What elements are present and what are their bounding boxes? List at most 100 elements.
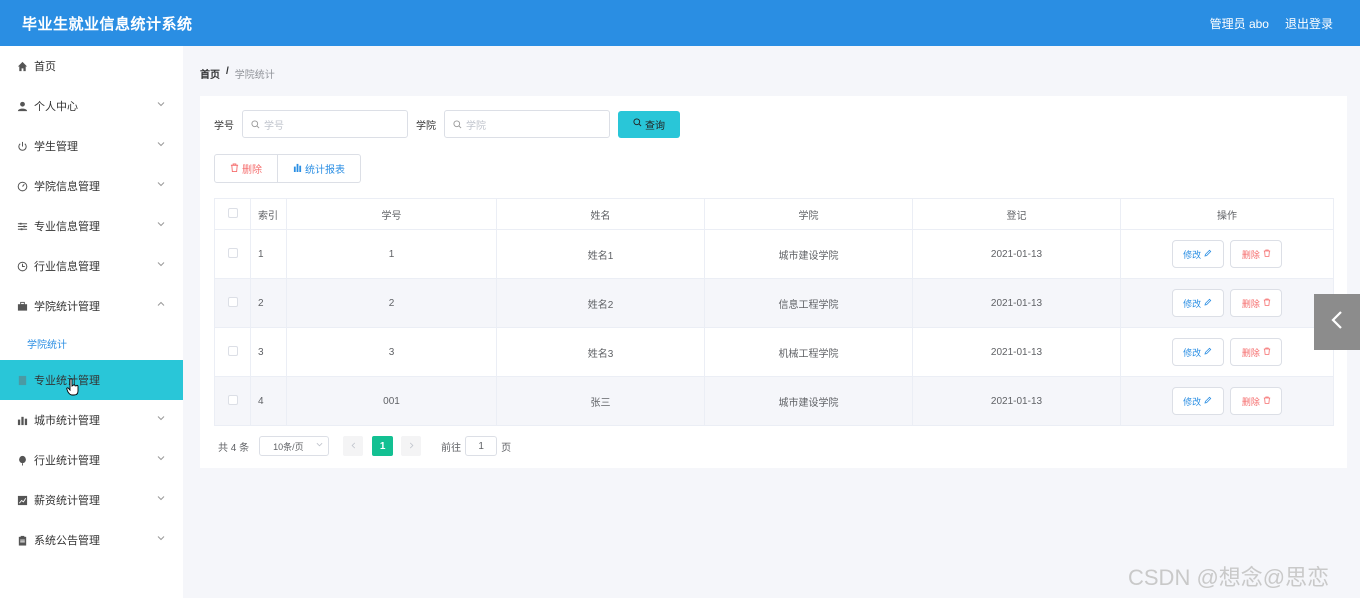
pencil-icon xyxy=(1204,298,1212,308)
operations-cell: 修改 删除 xyxy=(1120,229,1334,279)
sidebar-item-major-info[interactable]: 专业信息管理 xyxy=(0,206,183,246)
logout-link[interactable]: 退出登录 xyxy=(1285,15,1333,32)
edit-button[interactable]: 修改 xyxy=(1171,289,1224,317)
side-drawer-toggle[interactable] xyxy=(1314,294,1360,350)
chevron-down-icon xyxy=(157,494,167,504)
query-button[interactable]: 查询 xyxy=(618,110,680,138)
edit-label: 修改 xyxy=(1183,347,1202,358)
sidebar-item-major-stats[interactable]: 专业统计管理 xyxy=(0,360,183,400)
chevron-down-icon xyxy=(157,100,167,110)
breadcrumb-home[interactable]: 首页 xyxy=(200,66,220,81)
edit-label: 修改 xyxy=(1183,396,1202,407)
top-bar: 毕业生就业信息统计系统 管理员 abo 退出登录 xyxy=(0,0,1360,46)
delete-label: 删除 xyxy=(1241,298,1260,309)
sidebar-item-students[interactable]: 学生管理 xyxy=(0,126,183,166)
operations-cell: 修改 删除 xyxy=(1120,327,1334,377)
sidebar-item-label: 个人中心 xyxy=(34,101,78,113)
row-checkbox[interactable] xyxy=(227,345,238,356)
sidebar-item-city-stats[interactable]: 城市统计管理 xyxy=(0,400,183,440)
college-cell: 信息工程学院 xyxy=(704,278,913,328)
search-icon xyxy=(251,119,260,129)
college-cell: 城市建设学院 xyxy=(704,376,913,426)
college-input[interactable]: 学院 xyxy=(444,110,610,138)
sidebar-item-salary-stats[interactable]: 薪资统计管理 xyxy=(0,480,183,520)
sidebar-subitem-college-stats[interactable]: 学院统计 xyxy=(0,326,183,360)
sidebar-item-college-info[interactable]: 学院信息管理 xyxy=(0,166,183,206)
operations-cell: 修改 删除 xyxy=(1120,278,1334,328)
pencil-icon xyxy=(1204,249,1212,259)
chevron-down-icon xyxy=(157,414,167,424)
gauge-icon xyxy=(16,180,28,192)
row-select-cell xyxy=(214,229,251,279)
table-row: 4 001 张三 城市建设学院 2021-01-13 修改 删除 xyxy=(214,376,1334,426)
next-page-button[interactable] xyxy=(401,436,422,456)
chevron-down-icon xyxy=(157,260,167,270)
sidebar-item-label: 学生管理 xyxy=(34,141,78,153)
sidebar-item-label: 首页 xyxy=(34,61,56,73)
select-all-checkbox[interactable] xyxy=(227,207,238,218)
action-bar: 删除 统计报表 xyxy=(214,154,361,183)
index-cell: 3 xyxy=(250,327,287,377)
hand-cursor-icon xyxy=(66,378,80,401)
column-header: 学号 xyxy=(286,198,497,230)
page-size-value: 10条/页 xyxy=(273,441,304,452)
goto-page-input[interactable]: 1 xyxy=(465,436,498,456)
goto-prefix: 前往 xyxy=(441,442,462,454)
sidebar-item-industry-info[interactable]: 行业信息管理 xyxy=(0,246,183,286)
chevron-down-icon xyxy=(157,140,167,150)
sidebar-item-announcements[interactable]: 系统公告管理 xyxy=(0,520,183,560)
delete-button-label: 删除 xyxy=(242,165,262,176)
prev-page-button[interactable] xyxy=(343,436,364,456)
sidebar-item-label: 薪资统计管理 xyxy=(34,495,100,507)
sidebar-item-label: 城市统计管理 xyxy=(34,415,100,427)
delete-button[interactable]: 删除 xyxy=(1230,338,1283,366)
student-no-cell: 001 xyxy=(286,376,497,426)
name-cell: 姓名3 xyxy=(496,327,705,377)
delete-button[interactable]: 删除 xyxy=(1230,289,1283,317)
sidebar-item-industry-stats[interactable]: 行业统计管理 xyxy=(0,440,183,480)
student-no-cell: 2 xyxy=(286,278,497,328)
sidebar-item-label: 专业信息管理 xyxy=(34,221,100,233)
name-cell: 姓名1 xyxy=(496,229,705,279)
edit-button[interactable]: 修改 xyxy=(1171,338,1224,366)
data-table: 索引 学号 姓名 学院 登记 操作 1 1 姓名1 城市建设学院 2021-01… xyxy=(214,198,1334,426)
table-header-row: 索引 学号 姓名 学院 登记 操作 xyxy=(214,198,1334,230)
clipboard-icon xyxy=(16,534,28,546)
row-checkbox[interactable] xyxy=(227,296,238,307)
student-no-input[interactable]: 学号 xyxy=(242,110,408,138)
sidebar-item-home[interactable]: 首页 xyxy=(0,46,183,86)
row-checkbox[interactable] xyxy=(227,394,238,405)
page-number-current[interactable]: 1 xyxy=(372,436,394,456)
user-icon xyxy=(16,100,28,112)
delete-button[interactable]: 删除 xyxy=(1230,387,1283,415)
operations-cell: 修改 删除 xyxy=(1120,376,1334,426)
delete-label: 删除 xyxy=(1241,347,1260,358)
chevron-right-icon xyxy=(408,441,415,452)
line-chart-icon xyxy=(16,494,28,506)
edit-button[interactable]: 修改 xyxy=(1171,387,1224,415)
batch-delete-button[interactable]: 删除 xyxy=(214,154,278,183)
delete-button[interactable]: 删除 xyxy=(1230,240,1283,268)
user-name[interactable]: 管理员 abo xyxy=(1210,15,1269,32)
pencil-icon xyxy=(1204,347,1212,357)
row-checkbox[interactable] xyxy=(227,247,238,258)
column-header: 姓名 xyxy=(496,198,705,230)
sidebar-item-personal[interactable]: 个人中心 xyxy=(0,86,183,126)
stats-report-button[interactable]: 统计报表 xyxy=(278,154,361,183)
sliders-icon xyxy=(16,220,28,232)
college-cell: 机械工程学院 xyxy=(704,327,913,377)
trash-icon xyxy=(1263,249,1271,259)
page-size-select[interactable]: 10条/页 xyxy=(259,436,330,456)
goto-suffix: 页 xyxy=(501,442,512,454)
chevron-down-icon xyxy=(157,534,167,544)
sidebar-item-college-stats[interactable]: 学院统计管理 xyxy=(0,286,183,326)
edit-label: 修改 xyxy=(1183,298,1202,309)
trash-icon xyxy=(1263,298,1271,308)
search-icon xyxy=(633,118,642,130)
date-cell: 2021-01-13 xyxy=(912,327,1121,377)
trash-icon xyxy=(1263,396,1271,406)
delete-label: 删除 xyxy=(1241,396,1260,407)
power-icon xyxy=(16,140,28,152)
edit-button[interactable]: 修改 xyxy=(1171,240,1224,268)
sidebar-item-label: 系统公告管理 xyxy=(34,535,100,547)
